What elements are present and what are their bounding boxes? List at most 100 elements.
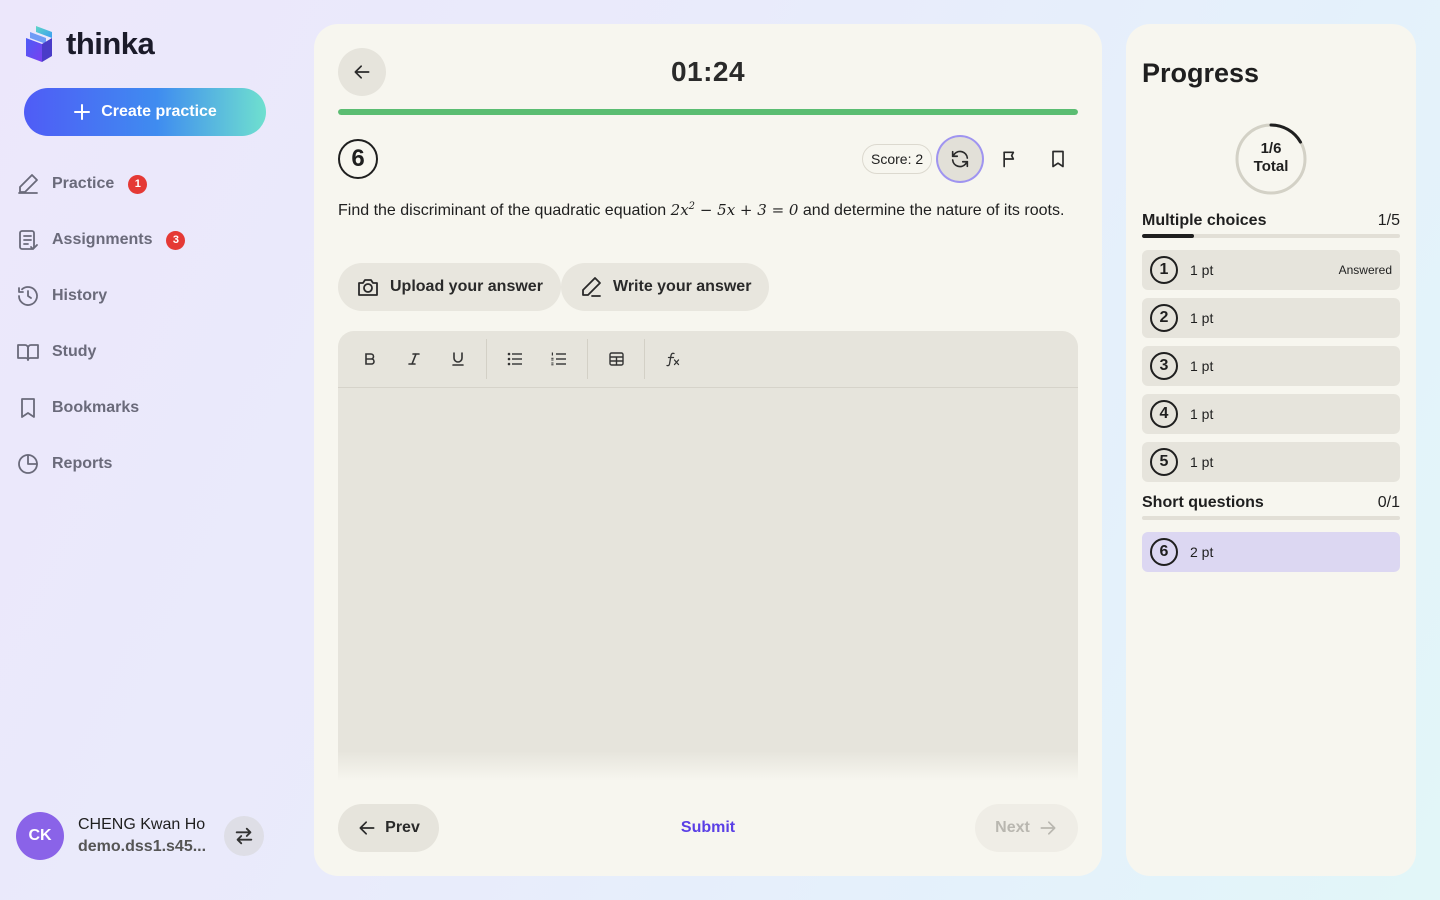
write-answer-label: Write your answer bbox=[613, 278, 752, 295]
arrow-left-icon bbox=[359, 821, 375, 835]
sidebar-item-label: Reports bbox=[52, 455, 113, 472]
table-button[interactable] bbox=[594, 337, 638, 381]
book-icon bbox=[17, 344, 39, 361]
sidebar-item-reports[interactable]: Reports bbox=[16, 440, 185, 488]
sidebar-item-label: Study bbox=[52, 343, 97, 360]
sidebar-item-study[interactable]: Study bbox=[16, 328, 185, 376]
section-title: Multiple choices bbox=[1142, 212, 1267, 229]
write-answer-button[interactable]: Write your answer bbox=[561, 263, 770, 311]
thinka-logo-icon bbox=[26, 26, 52, 62]
section-short-questions: Short questions 0/1 bbox=[1142, 494, 1400, 512]
editor-toolbar bbox=[338, 331, 1078, 388]
progress-title: Progress bbox=[1142, 58, 1260, 88]
sidebar-item-label: Assignments bbox=[52, 231, 153, 248]
upload-answer-label: Upload your answer bbox=[390, 278, 543, 295]
section-multiple-choices: Multiple choices 1/5 bbox=[1142, 212, 1400, 230]
toolbar-divider bbox=[486, 339, 487, 379]
assignment-icon bbox=[19, 230, 38, 250]
item-number: 2 bbox=[1150, 304, 1178, 332]
item-number: 6 bbox=[1150, 538, 1178, 566]
sidebar-item-label: History bbox=[52, 287, 108, 304]
total-progress-label: Total bbox=[1253, 158, 1289, 175]
brand-name: thinka bbox=[66, 26, 155, 61]
plus-icon bbox=[74, 104, 91, 120]
pie-chart-icon bbox=[18, 454, 38, 474]
question-text-before: Find the discriminant of the quadratic e… bbox=[338, 202, 667, 219]
logo[interactable]: thinka bbox=[24, 24, 155, 64]
bold-icon bbox=[365, 353, 375, 365]
item-number: 5 bbox=[1150, 448, 1178, 476]
progress-item-4[interactable]: 4 1 pt bbox=[1142, 394, 1400, 434]
bullet-list-icon bbox=[507, 352, 522, 366]
numbered-list-button[interactable] bbox=[537, 337, 581, 381]
toolbar-divider bbox=[644, 339, 645, 379]
question-progress-fill bbox=[338, 109, 1078, 115]
prev-button[interactable]: Prev bbox=[338, 804, 439, 852]
underline-icon bbox=[452, 352, 464, 366]
function-icon bbox=[666, 352, 680, 367]
italic-button[interactable] bbox=[392, 337, 436, 381]
sidebar: thinka Create practice Practice 1 Assign… bbox=[0, 0, 290, 900]
bookmark-icon bbox=[1052, 150, 1064, 168]
answer-editor bbox=[338, 331, 1078, 781]
create-practice-button[interactable]: Create practice bbox=[24, 88, 266, 136]
submit-button[interactable]: Submit bbox=[658, 816, 758, 840]
item-points: 1 pt bbox=[1190, 406, 1214, 422]
item-points: 2 pt bbox=[1190, 544, 1214, 560]
editor-fade bbox=[338, 751, 1078, 781]
bookmark-button[interactable] bbox=[1036, 137, 1080, 181]
question-number: 6 bbox=[338, 139, 378, 179]
formula-button[interactable] bbox=[651, 337, 695, 381]
section-title: Short questions bbox=[1142, 494, 1264, 511]
numbered-list-icon bbox=[551, 352, 566, 366]
progress-panel: Progress 1/6 Total Multiple choices 1/5 … bbox=[1126, 24, 1416, 876]
bullet-list-button[interactable] bbox=[493, 337, 537, 381]
user-email: demo.dss1.s45... bbox=[78, 838, 207, 855]
user-profile: CK CHENG Kwan Ho demo.dss1.s45... bbox=[16, 812, 264, 860]
progress-item-6[interactable]: 6 2 pt bbox=[1142, 532, 1400, 572]
regenerate-button[interactable] bbox=[938, 137, 982, 181]
progress-item-1[interactable]: 1 1 pt Answered bbox=[1142, 250, 1400, 290]
pencil-icon bbox=[582, 277, 601, 297]
question-text: Find the discriminant of the quadratic e… bbox=[338, 196, 1078, 222]
history-icon bbox=[18, 286, 38, 306]
sidebar-item-practice[interactable]: Practice 1 bbox=[16, 160, 185, 208]
toolbar-divider bbox=[587, 339, 588, 379]
switch-account-button[interactable] bbox=[224, 816, 264, 856]
item-number: 4 bbox=[1150, 400, 1178, 428]
question-progress-bar bbox=[338, 109, 1078, 115]
score-badge: Score: 2 bbox=[862, 144, 933, 174]
section-count: 0/1 bbox=[1377, 494, 1400, 511]
section-progress-bar bbox=[1142, 234, 1400, 238]
question-panel: 01:24 6 Score: 2 Find the discriminant o… bbox=[314, 24, 1102, 876]
practice-badge: 1 bbox=[128, 174, 148, 194]
sidebar-item-label: Bookmarks bbox=[52, 399, 140, 416]
underline-button[interactable] bbox=[436, 337, 480, 381]
next-label: Next bbox=[995, 819, 1030, 836]
answer-text-area[interactable] bbox=[338, 389, 1078, 781]
refresh-icon bbox=[951, 150, 969, 168]
next-button[interactable]: Next bbox=[975, 804, 1078, 852]
item-number: 1 bbox=[1150, 256, 1178, 284]
math-rest: − 5x + 3 = 0 bbox=[695, 201, 799, 219]
progress-item-2[interactable]: 2 1 pt bbox=[1142, 298, 1400, 338]
flag-button[interactable] bbox=[988, 137, 1032, 181]
italic-icon bbox=[408, 353, 420, 365]
quadratic-equation: 2x2 − 5x + 3 = 0 bbox=[671, 201, 799, 219]
assignments-badge: 3 bbox=[166, 230, 186, 250]
avatar[interactable]: CK bbox=[16, 812, 64, 860]
progress-item-3[interactable]: 3 1 pt bbox=[1142, 346, 1400, 386]
progress-item-5[interactable]: 5 1 pt bbox=[1142, 442, 1400, 482]
bold-button[interactable] bbox=[348, 337, 392, 381]
sidebar-item-assignments[interactable]: Assignments 3 bbox=[16, 216, 186, 264]
item-points: 1 pt bbox=[1190, 262, 1214, 278]
create-practice-label: Create practice bbox=[101, 103, 217, 120]
camera-icon bbox=[358, 279, 378, 296]
sidebar-item-label: Practice bbox=[52, 175, 115, 192]
item-points: 1 pt bbox=[1190, 358, 1214, 374]
upload-answer-button[interactable]: Upload your answer bbox=[338, 263, 561, 311]
timer: 01:24 bbox=[670, 56, 746, 87]
sidebar-item-history[interactable]: History bbox=[16, 272, 185, 320]
sidebar-item-bookmarks[interactable]: Bookmarks bbox=[16, 384, 185, 432]
user-name: CHENG Kwan Ho bbox=[78, 816, 206, 833]
